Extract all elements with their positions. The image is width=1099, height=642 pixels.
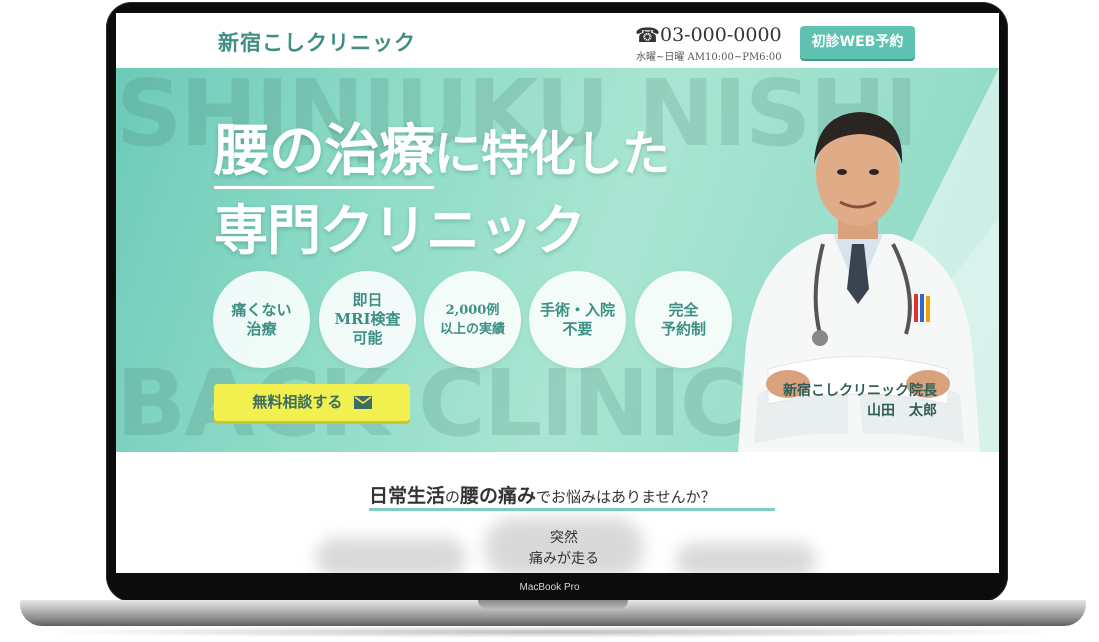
screen: 新宿こしクリニック ☎ 03-000-0000 水曜~日曜 AM10:00~PM… xyxy=(116,13,999,573)
hero-headline-line1: 腰の治療に特化した xyxy=(214,106,670,189)
web-reservation-button[interactable]: 初診WEB予約 xyxy=(800,26,915,59)
feature-mri: 即日 MRI検査 可能 xyxy=(319,271,416,368)
phone-icon: ☎ xyxy=(635,23,660,47)
heading-part-b: の xyxy=(445,488,461,506)
feature-cases: 2,000例 以上の実績 xyxy=(424,271,521,368)
feature-reservation: 完全 予約制 xyxy=(635,271,732,368)
opening-hours: 水曜~日曜 AM10:00~PM6:00 xyxy=(636,52,782,63)
concerns-heading: 日常生活の腰の痛みでお悩みはありませんか？ xyxy=(369,481,716,508)
phone-number[interactable]: 03-000-0000 xyxy=(660,24,782,46)
clinic-logo[interactable]: 新宿こしクリニック xyxy=(218,27,416,57)
heading-part-d: でお悩みはありませんか？ xyxy=(536,488,716,506)
symptom-text: 突然 痛みが走る xyxy=(529,530,599,567)
feature-no-surgery: 手術・入院 不要 xyxy=(529,271,626,368)
mail-icon xyxy=(353,396,372,409)
feature-painless: 痛くない 治療 xyxy=(213,271,310,368)
free-consultation-button[interactable]: 無料相談する xyxy=(214,384,410,421)
hero-headline-line2: 専門クリニック xyxy=(214,198,586,262)
symptom-card-right xyxy=(676,543,816,573)
device-label: MacBook Pro xyxy=(519,582,580,593)
headline-emphasis: 腰の治療 xyxy=(214,118,435,189)
heading-part-c: 腰の痛み xyxy=(460,485,537,507)
hero-section: SHINJUKU NISHI BACK CLINIC 腰の治療に特化した 専門ク… xyxy=(116,68,999,452)
symptom-card-left xyxy=(316,538,466,573)
site-header: 新宿こしクリニック ☎ 03-000-0000 水曜~日曜 AM10:00~PM… xyxy=(116,13,999,68)
heading-part-a: 日常生活 xyxy=(369,485,446,507)
laptop-notch xyxy=(478,600,628,609)
heading-underline xyxy=(369,508,775,511)
consult-label: 無料相談する xyxy=(252,393,343,411)
headline-rest: に特化した xyxy=(434,126,670,182)
laptop-shadow xyxy=(30,626,1076,638)
doctor-title: 新宿こしクリニック院長 xyxy=(783,383,937,399)
doctor-name: 山田 太郎 xyxy=(867,403,937,419)
doctor-caption: 新宿こしクリニック院長 山田 太郎 xyxy=(737,381,937,421)
